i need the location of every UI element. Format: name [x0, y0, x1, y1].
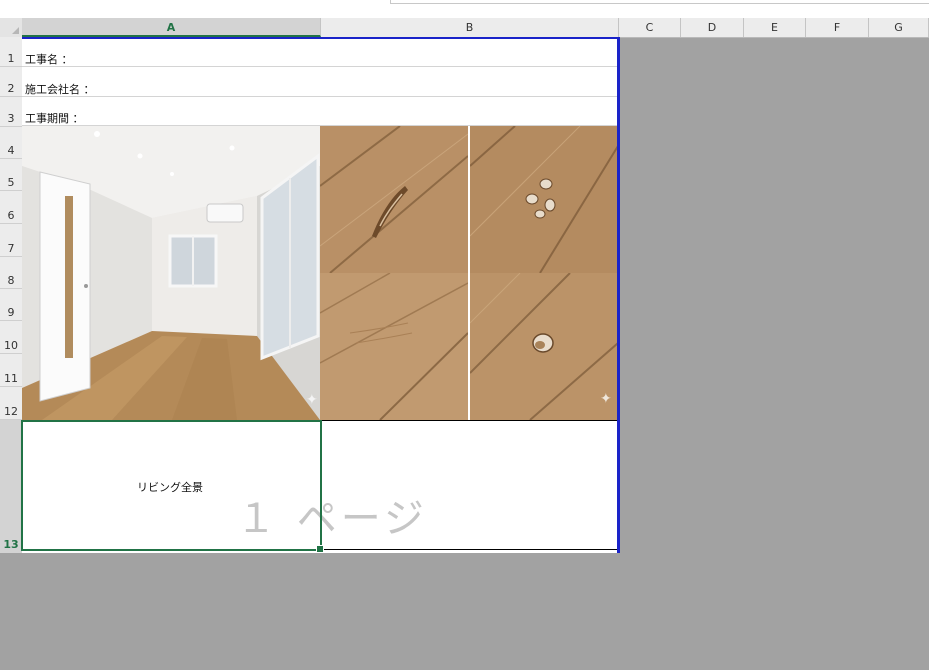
select-all-corner[interactable]: [0, 18, 23, 37]
floor-dents-graphic: [470, 126, 618, 273]
row-header-9[interactable]: 9: [0, 289, 22, 321]
column-header-f[interactable]: F: [806, 18, 869, 37]
cell-b13-top-border: [322, 420, 618, 421]
column-header-c[interactable]: C: [619, 18, 681, 37]
row-header-8[interactable]: 8: [0, 257, 22, 289]
row-headers: 1 2 3 4 5 6 7 8 9 10 11 12 13: [0, 37, 23, 553]
column-headers: A B C D E F G: [0, 18, 929, 38]
select-all-triangle-icon: [12, 27, 19, 34]
floor-scuffs-graphic: [320, 273, 468, 420]
floor-dents-photo[interactable]: [470, 126, 618, 273]
column-header-a[interactable]: A: [22, 18, 321, 37]
row-header-5[interactable]: 5: [0, 159, 22, 191]
row-header-12[interactable]: 12: [0, 387, 22, 420]
floor-scratch-graphic: [320, 126, 468, 273]
room-photo-graphic: ✦: [22, 126, 320, 420]
row-header-1[interactable]: 1: [0, 37, 22, 67]
row-gridline: [22, 66, 620, 67]
row-header-10[interactable]: 10: [0, 321, 22, 354]
floor-dent-graphic: ✦: [470, 273, 618, 420]
row-header-4[interactable]: 4: [0, 127, 22, 159]
column-header-b[interactable]: B: [321, 18, 619, 37]
formula-box[interactable]: [390, 0, 929, 4]
svg-text:✦: ✦: [600, 391, 612, 407]
cell-a1-project-name[interactable]: 工事名 ：: [25, 53, 73, 67]
column-header-g[interactable]: G: [869, 18, 929, 37]
row-gridline: [22, 96, 620, 97]
svg-text:✦: ✦: [306, 392, 318, 408]
row-header-11[interactable]: 11: [0, 354, 22, 387]
cell-a2-contractor[interactable]: 施工会社名 ：: [25, 83, 95, 97]
floor-scuffs-photo[interactable]: [320, 273, 468, 420]
formula-bar-edge: [0, 0, 929, 18]
fill-handle[interactable]: [316, 545, 324, 553]
column-header-e[interactable]: E: [744, 18, 806, 37]
room-photo[interactable]: ✦: [22, 126, 320, 420]
column-header-d[interactable]: D: [681, 18, 744, 37]
floor-scratch-photo[interactable]: [320, 126, 468, 273]
active-cell-selection[interactable]: [21, 420, 322, 551]
row-header-7[interactable]: 7: [0, 224, 22, 257]
row-header-3[interactable]: 3: [0, 97, 22, 127]
cell-a3-period[interactable]: 工事期間 ：: [25, 112, 84, 126]
floor-dent-photo[interactable]: ✦: [470, 273, 618, 420]
row-header-13[interactable]: 13: [0, 420, 22, 553]
page-break-top: [22, 37, 620, 39]
cell-b13-bottom-border: [322, 549, 618, 550]
page-break-right[interactable]: [617, 37, 620, 553]
row-header-2[interactable]: 2: [0, 67, 22, 97]
row-header-6[interactable]: 6: [0, 191, 22, 224]
